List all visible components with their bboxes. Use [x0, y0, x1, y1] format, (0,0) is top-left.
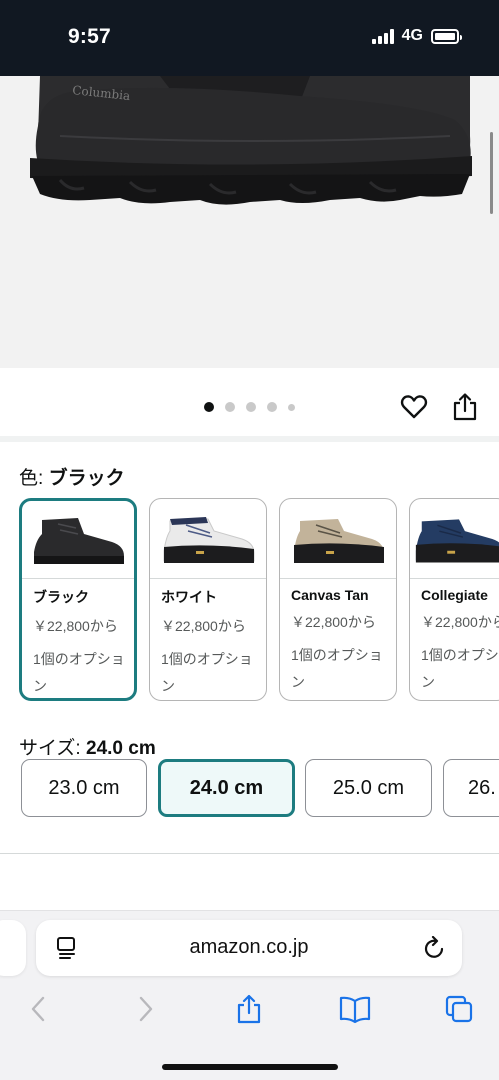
- color-option-canvas-tan[interactable]: Canvas Tan ￥22,800から 1個のオプション: [279, 498, 397, 701]
- status-bar: 9:57 4G: [0, 0, 499, 76]
- back-icon[interactable]: [24, 994, 54, 1024]
- color-option-options: 1個のオプション: [161, 651, 253, 694]
- size-option-26[interactable]: 26.: [443, 759, 499, 817]
- size-option-23[interactable]: 23.0 cm: [21, 759, 147, 817]
- color-label: 色:: [19, 468, 49, 489]
- swatch-thumb: [22, 501, 134, 579]
- color-option-name: ホワイト: [161, 589, 217, 605]
- status-indicators: 4G: [371, 27, 462, 45]
- color-option-white[interactable]: ホワイト ￥22,800から 1個のオプション: [149, 498, 267, 701]
- size-option-25[interactable]: 25.0 cm: [305, 759, 432, 817]
- color-option-price: ￥22,800から: [291, 614, 376, 630]
- section-divider: [0, 436, 499, 442]
- size-selected-value: 24.0 cm: [86, 738, 156, 759]
- section-divider: [0, 853, 499, 854]
- battery-icon: [431, 28, 462, 44]
- bookmarks-icon[interactable]: [338, 994, 372, 1024]
- carousel-dot-active[interactable]: [204, 402, 214, 412]
- signal-icon: [371, 28, 394, 44]
- color-heading: 色: ブラック: [19, 463, 125, 490]
- size-option-24[interactable]: 24.0 cm: [158, 759, 295, 817]
- carousel-dot[interactable]: [267, 402, 277, 412]
- carousel-dot[interactable]: [288, 403, 295, 411]
- carousel-dots[interactable]: [204, 402, 295, 412]
- previous-tab-pill[interactable]: [0, 920, 26, 976]
- url-text[interactable]: amazon.co.jp: [36, 936, 462, 959]
- boot-thumbnail: [163, 516, 255, 563]
- network-label: 4G: [401, 27, 423, 44]
- carousel-dot[interactable]: [225, 402, 235, 412]
- home-indicator: [162, 1064, 338, 1070]
- color-option-options: 1個のオプション: [421, 647, 499, 690]
- color-option-price: ￥22,800から: [421, 614, 499, 630]
- color-option-name: Collegiate: [421, 587, 488, 603]
- boot-thumbnail: [34, 517, 124, 564]
- swatch-thumb: [410, 499, 499, 579]
- color-option-options: 1個のオプション: [33, 651, 125, 694]
- boot-thumbnail: [294, 518, 384, 563]
- color-option-price: ￥22,800から: [33, 618, 118, 634]
- color-option-black[interactable]: ブラック ￥22,800から 1個のオプション: [19, 498, 137, 701]
- share-sheet-icon[interactable]: [234, 994, 264, 1024]
- address-bar[interactable]: amazon.co.jp: [36, 920, 462, 976]
- forward-icon[interactable]: [130, 994, 160, 1024]
- share-icon[interactable]: [452, 392, 478, 422]
- status-time: 9:57: [68, 25, 111, 48]
- color-option-name: Canvas Tan: [291, 587, 369, 603]
- boot-image: Columbia: [30, 76, 472, 205]
- color-selected-value: ブラック: [48, 468, 125, 489]
- swatch-thumb: [280, 499, 396, 579]
- heart-icon[interactable]: [400, 393, 428, 421]
- page-scroll-indicator[interactable]: [490, 132, 493, 214]
- reload-icon[interactable]: [424, 936, 446, 960]
- swatch-thumb: [150, 499, 266, 579]
- carousel-dot[interactable]: [246, 402, 256, 412]
- color-option-name: ブラック: [33, 589, 89, 605]
- color-option-collegiate[interactable]: Collegiate ￥22,800から 1個のオプション: [409, 498, 499, 701]
- color-option-options: 1個のオプション: [291, 647, 383, 690]
- color-option-price: ￥22,800から: [161, 618, 246, 634]
- product-image[interactable]: Columbia: [0, 76, 499, 368]
- size-heading: サイズ: 24.0 cm: [19, 733, 156, 760]
- size-label: サイズ:: [19, 738, 86, 759]
- tabs-icon[interactable]: [444, 994, 474, 1024]
- boot-thumbnail: [415, 518, 499, 563]
